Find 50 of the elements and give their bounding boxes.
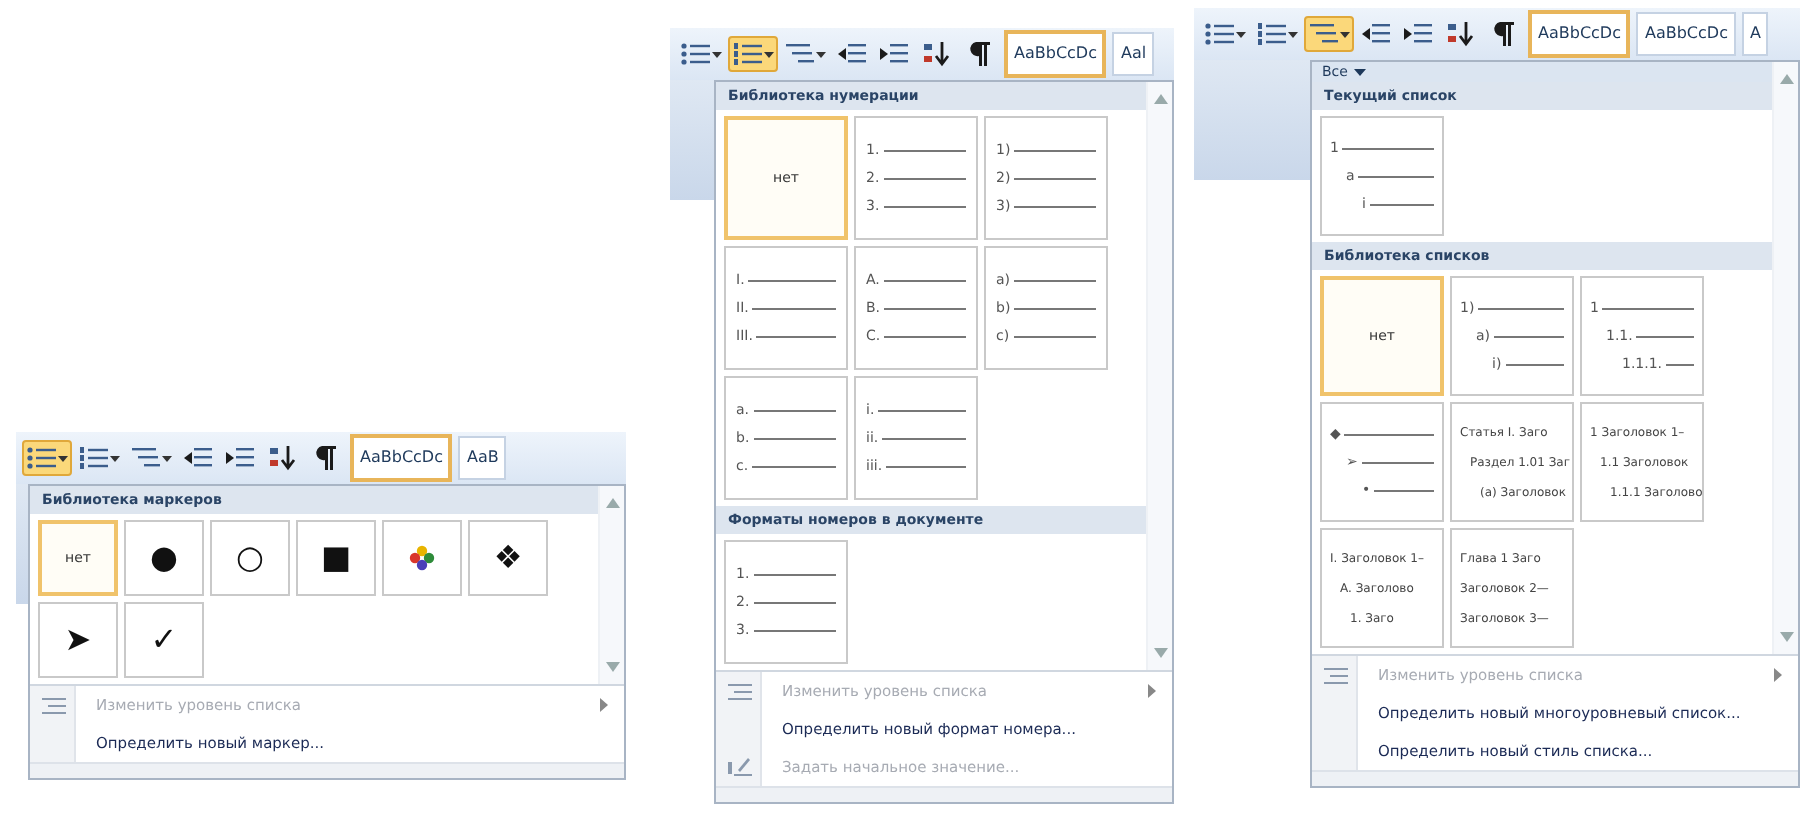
list-level-icon [727,679,751,703]
resize-grip[interactable] [1312,770,1798,786]
decrease-indent-icon [1360,20,1392,48]
increase-indent-icon [878,40,910,68]
style-preview[interactable]: AaBbCcDc [350,434,453,482]
multilevel-list-icon [130,444,162,472]
sort-icon [1444,20,1476,48]
resize-grip[interactable] [716,786,1172,802]
numbered-list-icon [732,40,764,68]
bullet-list-icon [26,444,58,472]
submenu-arrow-icon [600,698,608,712]
flower-bullet-icon [408,544,436,572]
numbering-button[interactable] [728,36,778,72]
decrease-indent-icon [182,444,214,472]
list-style-option[interactable] [382,520,462,596]
style-preview[interactable]: AaBbCcDc [1004,30,1107,78]
style-preview[interactable]: A [1741,12,1769,56]
style-preview[interactable]: AaBbCcDc [1528,10,1631,58]
start-value-icon [727,755,751,779]
list-style-option[interactable]: ❖ [468,520,548,596]
ribbon-background [670,80,714,200]
decrease-indent-icon [836,40,868,68]
resize-grip[interactable] [30,762,624,778]
caret-icon [1353,66,1366,78]
multilevel-list-icon [784,40,816,68]
sort-icon [920,40,952,68]
numbered-list-icon [78,444,110,472]
multilevel-list-icon [1308,20,1340,48]
list-style-option[interactable]: ● [124,520,204,596]
list-style-option[interactable]: ■ [296,520,376,596]
submenu-arrow-icon [1148,684,1156,698]
style-preview[interactable]: AaB [458,436,507,480]
numbered-list-icon [1256,20,1288,48]
increase-indent-icon [1402,20,1434,48]
list-level-icon [41,693,65,717]
list-level-icon [1323,663,1347,687]
list-style-option[interactable]: ✓ [124,602,204,678]
bullet-list-icon [680,40,712,68]
sort-icon [266,444,298,472]
style-preview[interactable]: Aal [1112,32,1155,76]
multilevel-button[interactable] [1304,16,1354,52]
ribbon-background [1194,60,1310,180]
submenu-arrow-icon [1774,668,1782,682]
list-style-option[interactable]: ➤ [38,602,118,678]
list-style-option[interactable]: ○ [210,520,290,596]
bullets-button[interactable] [22,440,72,476]
style-preview[interactable]: AaBbCcDc [1636,12,1736,56]
increase-indent-icon [224,444,256,472]
ribbon-background [16,484,28,604]
bullet-list-icon [1204,20,1236,48]
